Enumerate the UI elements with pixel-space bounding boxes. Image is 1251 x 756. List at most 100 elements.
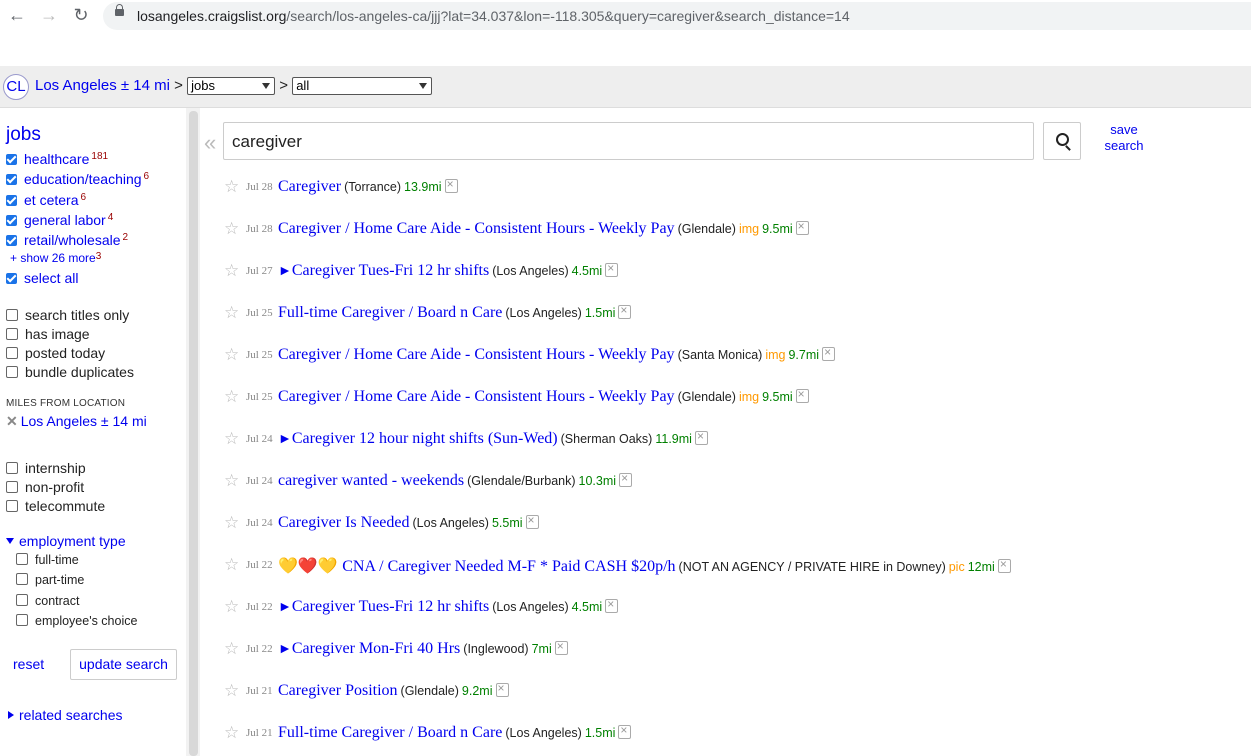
employment-part-time[interactable]: part-time: [16, 573, 84, 587]
forward-icon[interactable]: →: [38, 4, 60, 26]
result-title-link[interactable]: Caregiver / Home Care Aide - Consistent …: [278, 388, 675, 405]
save-search-link[interactable]: save search: [1098, 122, 1150, 154]
checkbox[interactable]: [16, 594, 28, 606]
filter-non-profit[interactable]: non-profit: [6, 479, 84, 495]
hide-posting-icon[interactable]: [444, 177, 458, 193]
checkbox[interactable]: [6, 366, 18, 378]
category-healthcare[interactable]: healthcare 181: [6, 151, 108, 167]
filter-search-titles[interactable]: search titles only: [6, 307, 129, 323]
star-icon[interactable]: ☆: [224, 177, 239, 197]
sidebar-scrollbar[interactable]: [189, 111, 198, 756]
checkbox[interactable]: [16, 614, 28, 626]
hide-posting-icon[interactable]: [554, 639, 568, 655]
category-select[interactable]: jobs: [187, 77, 276, 96]
update-search-button[interactable]: update search: [70, 649, 177, 680]
result-title-link[interactable]: Caregiver Is Needed: [278, 514, 410, 531]
checkbox-checked[interactable]: [6, 273, 17, 284]
hide-posting-icon[interactable]: [605, 597, 619, 613]
checkbox-checked[interactable]: [6, 235, 17, 246]
star-icon[interactable]: ☆: [224, 597, 239, 617]
checkbox[interactable]: [16, 573, 28, 585]
location-link[interactable]: Los Angeles ± 14 mi: [35, 77, 170, 94]
star-icon[interactable]: ☆: [224, 345, 239, 365]
craigslist-logo[interactable]: CL: [3, 74, 29, 100]
image-tag: img: [738, 390, 760, 404]
hide-posting-icon[interactable]: [795, 387, 809, 403]
result-title-link[interactable]: Caregiver / Home Care Aide - Consistent …: [278, 346, 675, 363]
result-title-link[interactable]: Caregiver / Home Care Aide - Consistent …: [278, 220, 675, 237]
filter-internship[interactable]: internship: [6, 460, 86, 476]
star-icon[interactable]: ☆: [224, 471, 239, 491]
back-icon[interactable]: ←: [6, 4, 28, 26]
star-icon[interactable]: ☆: [224, 303, 239, 323]
result-title-link[interactable]: Caregiver Mon-Fri 40 Hrs: [292, 640, 460, 657]
result-title-link[interactable]: Full-time Caregiver / Board n Care: [278, 304, 502, 321]
search-input[interactable]: caregiver: [223, 122, 1034, 160]
checkbox[interactable]: [6, 328, 18, 340]
star-icon[interactable]: ☆: [224, 387, 239, 407]
checkbox[interactable]: [16, 553, 28, 565]
hide-posting-icon[interactable]: [694, 429, 708, 445]
checkbox-checked[interactable]: [6, 215, 17, 226]
subcategory-select[interactable]: all: [292, 77, 433, 96]
result-title-link[interactable]: Caregiver Tues-Fri 12 hr shifts: [292, 262, 489, 279]
result-title-link[interactable]: caregiver wanted - weekends: [278, 472, 464, 489]
sidebar-title[interactable]: jobs: [6, 124, 41, 146]
result-location: (Santa Monica): [677, 348, 763, 362]
reload-icon[interactable]: ↻: [70, 4, 92, 26]
reset-link[interactable]: reset: [13, 656, 44, 672]
employment-type-toggle[interactable]: employment type: [6, 533, 126, 549]
employment-full-time[interactable]: full-time: [16, 553, 79, 567]
star-icon[interactable]: ☆: [224, 261, 239, 281]
employment-employees-choice[interactable]: employee's choice: [16, 614, 137, 628]
star-icon[interactable]: ☆: [224, 429, 239, 449]
hide-posting-icon[interactable]: [795, 219, 809, 235]
category-retail[interactable]: retail/wholesale 2: [6, 232, 128, 248]
related-searches-toggle[interactable]: related searches: [8, 707, 123, 723]
result-title-link[interactable]: Caregiver 12 hour night shifts (Sun-Wed): [292, 430, 558, 447]
show-more-link[interactable]: + show 26 more3: [10, 251, 101, 265]
search-button[interactable]: [1043, 122, 1081, 160]
hide-posting-icon[interactable]: [618, 723, 632, 739]
result-date: Jul 22: [246, 559, 273, 571]
checkbox[interactable]: [6, 500, 18, 512]
miles-value[interactable]: ✕ Los Angeles ± 14 mi: [6, 413, 147, 430]
hide-posting-icon[interactable]: [822, 345, 836, 361]
select-all[interactable]: select all: [6, 270, 78, 286]
filter-has-image[interactable]: has image: [6, 326, 90, 342]
star-icon[interactable]: ☆: [224, 555, 239, 575]
star-icon[interactable]: ☆: [224, 513, 239, 533]
result-title-link[interactable]: Caregiver Tues-Fri 12 hr shifts: [292, 598, 489, 615]
result-title-link[interactable]: Caregiver: [278, 178, 341, 195]
hide-posting-icon[interactable]: [619, 471, 633, 487]
employment-contract[interactable]: contract: [16, 594, 79, 608]
result-title-link[interactable]: Full-time Caregiver / Board n Care: [278, 724, 502, 741]
hide-posting-icon[interactable]: [525, 513, 539, 529]
star-icon[interactable]: ☆: [224, 639, 239, 659]
filter-telecommute[interactable]: telecommute: [6, 498, 105, 514]
result-title-link[interactable]: CNA / Caregiver Needed M-F * Paid CASH $…: [342, 558, 675, 575]
hide-posting-icon[interactable]: [618, 303, 632, 319]
close-icon[interactable]: ✕: [6, 413, 18, 429]
category-general-labor[interactable]: general labor 4: [6, 212, 113, 228]
category-et-cetera[interactable]: et cetera 6: [6, 192, 86, 208]
star-icon[interactable]: ☆: [224, 723, 239, 743]
checkbox-checked[interactable]: [6, 174, 17, 185]
result-title-link[interactable]: Caregiver Position: [278, 682, 398, 699]
checkbox[interactable]: [6, 481, 18, 493]
collapse-sidebar-icon[interactable]: «: [204, 130, 216, 156]
hide-posting-icon[interactable]: [997, 557, 1011, 573]
checkbox[interactable]: [6, 347, 18, 359]
address-bar[interactable]: losangeles.craigslist.org/search/los-ang…: [103, 2, 1251, 30]
filter-bundle-duplicates[interactable]: bundle duplicates: [6, 364, 134, 380]
checkbox[interactable]: [6, 309, 18, 321]
filter-posted-today[interactable]: posted today: [6, 345, 105, 361]
checkbox[interactable]: [6, 462, 18, 474]
category-education[interactable]: education/teaching 6: [6, 171, 149, 187]
checkbox-checked[interactable]: [6, 195, 17, 206]
hide-posting-icon[interactable]: [495, 681, 509, 697]
hide-posting-icon[interactable]: [605, 261, 619, 277]
star-icon[interactable]: ☆: [224, 219, 239, 239]
checkbox-checked[interactable]: [6, 154, 17, 165]
star-icon[interactable]: ☆: [224, 681, 239, 701]
